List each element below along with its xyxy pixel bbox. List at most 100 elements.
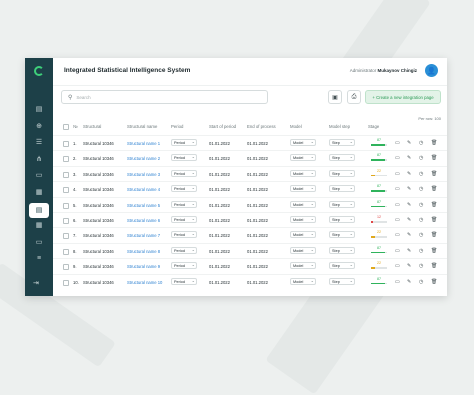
delete-icon[interactable]: 🗑 [431, 217, 437, 223]
period-select[interactable]: Period [171, 246, 197, 254]
delete-icon[interactable]: 🗑 [431, 202, 437, 208]
period-select[interactable]: Period [171, 169, 197, 177]
logout-icon[interactable]: ⇥ [33, 279, 39, 287]
sidebar-item-grid[interactable]: ▦ [32, 219, 46, 231]
edit-icon[interactable]: ✎ [407, 140, 411, 146]
period-select[interactable]: Period [171, 216, 197, 223]
view-icon[interactable]: ▭ [395, 202, 400, 208]
history-icon[interactable]: ◷ [419, 248, 423, 254]
model-select[interactable]: Model [290, 154, 316, 162]
sidebar-item-monitor[interactable]: ▭ [32, 236, 46, 248]
edit-icon[interactable]: ✎ [407, 186, 411, 192]
view-icon[interactable]: ▭ [395, 232, 400, 238]
history-icon[interactable]: ◷ [419, 140, 423, 146]
view-icon[interactable]: ▭ [395, 155, 400, 161]
view-icon[interactable]: ▭ [395, 279, 400, 285]
edit-icon[interactable]: ✎ [407, 279, 411, 285]
row-checkbox[interactable] [63, 156, 69, 163]
delete-icon[interactable]: 🗑 [431, 155, 437, 161]
delete-icon[interactable]: 🗑 [431, 171, 437, 177]
model-select[interactable]: Model [290, 216, 316, 223]
sidebar-item-hierarchy[interactable]: ⋔ [32, 153, 46, 165]
period-select[interactable]: Period [171, 200, 197, 208]
row-structural-name-link[interactable]: Structural name 4 [127, 187, 160, 192]
search-input[interactable]: ⚲ Search [61, 90, 268, 104]
sidebar-item-folder[interactable]: ▭ [32, 169, 46, 181]
delete-icon[interactable]: 🗑 [431, 248, 437, 254]
row-structural-name-link[interactable]: Structural name 3 [127, 172, 160, 177]
delete-icon[interactable]: 🗑 [431, 186, 437, 192]
period-select[interactable]: Period [171, 185, 197, 193]
model-step-select[interactable]: Step [329, 246, 355, 254]
view-icon[interactable]: ▭ [395, 248, 400, 254]
edit-icon[interactable]: ✎ [407, 263, 411, 269]
delete-icon[interactable]: 🗑 [431, 279, 437, 285]
sidebar-item-menu[interactable]: ≡ [32, 252, 46, 264]
model-select[interactable]: Model [290, 139, 316, 146]
model-select[interactable]: Model [290, 169, 316, 177]
row-structural-name-link[interactable]: Structural name 2 [127, 156, 160, 161]
model-select[interactable]: Model [290, 200, 316, 208]
row-checkbox[interactable] [63, 279, 69, 286]
row-checkbox[interactable] [63, 233, 69, 240]
model-step-select[interactable]: Step [329, 139, 355, 146]
row-checkbox[interactable] [63, 218, 69, 224]
model-step-select[interactable]: Step [329, 200, 355, 208]
sidebar-item-list[interactable]: ☰ [32, 136, 46, 148]
sidebar-item-calendar[interactable]: ▦ [32, 186, 46, 198]
history-icon[interactable]: ◷ [419, 232, 423, 238]
model-step-select[interactable]: Step [329, 277, 355, 285]
model-step-select[interactable]: Step [329, 169, 355, 177]
model-step-select[interactable]: Step [329, 154, 355, 162]
view-icon[interactable]: ▭ [395, 263, 400, 269]
period-select[interactable]: Period [171, 154, 197, 162]
history-icon[interactable]: ◷ [419, 279, 423, 285]
edit-icon[interactable]: ✎ [407, 248, 411, 254]
period-select[interactable]: Period [171, 262, 197, 270]
delete-icon[interactable]: 🗑 [431, 140, 437, 146]
create-integration-page-button[interactable]: + Create a new integration page [365, 90, 441, 104]
model-step-select[interactable]: Step [329, 231, 355, 239]
sidebar-item-globe[interactable]: ⊕ [32, 120, 46, 132]
history-icon[interactable]: ◷ [419, 263, 423, 269]
avatar[interactable]: 👤 [425, 64, 438, 77]
view-icon[interactable]: ▭ [395, 186, 400, 192]
row-checkbox[interactable] [63, 248, 69, 255]
view-icon[interactable]: ▭ [395, 140, 400, 146]
edit-icon[interactable]: ✎ [407, 232, 411, 238]
period-select[interactable]: Period [171, 231, 197, 239]
history-icon[interactable]: ◷ [419, 217, 423, 223]
row-structural-name-link[interactable]: Structural name 1 [127, 141, 160, 146]
row-checkbox[interactable] [63, 171, 69, 178]
edit-icon[interactable]: ✎ [407, 155, 411, 161]
sidebar-item-document[interactable]: ▤ [32, 103, 46, 115]
period-select[interactable]: Period [171, 139, 197, 146]
history-icon[interactable]: ◷ [419, 155, 423, 161]
print-button[interactable]: ⎙ [347, 90, 361, 104]
row-checkbox[interactable] [63, 141, 69, 147]
model-step-select[interactable]: Step [329, 185, 355, 193]
row-structural-name-link[interactable]: Structural name 9 [127, 264, 160, 269]
row-structural-name-link[interactable]: Structural name 10 [127, 280, 162, 285]
delete-icon[interactable]: 🗑 [431, 232, 437, 238]
row-structural-name-link[interactable]: Structural name 8 [127, 249, 160, 254]
model-select[interactable]: Model [290, 262, 316, 270]
row-checkbox[interactable] [63, 187, 69, 194]
sidebar-item-report[interactable]: ▤ [29, 202, 49, 218]
edit-icon[interactable]: ✎ [407, 171, 411, 177]
export-button[interactable]: ▣ [328, 90, 342, 104]
model-select[interactable]: Model [290, 246, 316, 254]
history-icon[interactable]: ◷ [419, 202, 423, 208]
row-checkbox[interactable] [63, 202, 69, 209]
history-icon[interactable]: ◷ [419, 171, 423, 177]
select-all-checkbox[interactable] [63, 124, 69, 130]
row-structural-name-link[interactable]: Structural name 7 [127, 233, 160, 238]
period-select[interactable]: Period [171, 277, 197, 285]
view-icon[interactable]: ▭ [395, 171, 400, 177]
row-structural-name-link[interactable]: Structural name 6 [127, 218, 160, 223]
delete-icon[interactable]: 🗑 [431, 263, 437, 269]
model-select[interactable]: Model [290, 231, 316, 239]
model-step-select[interactable]: Step [329, 262, 355, 270]
per-page-select[interactable]: Per row: 100 [418, 116, 441, 121]
row-structural-name-link[interactable]: Structural name 5 [127, 203, 160, 208]
